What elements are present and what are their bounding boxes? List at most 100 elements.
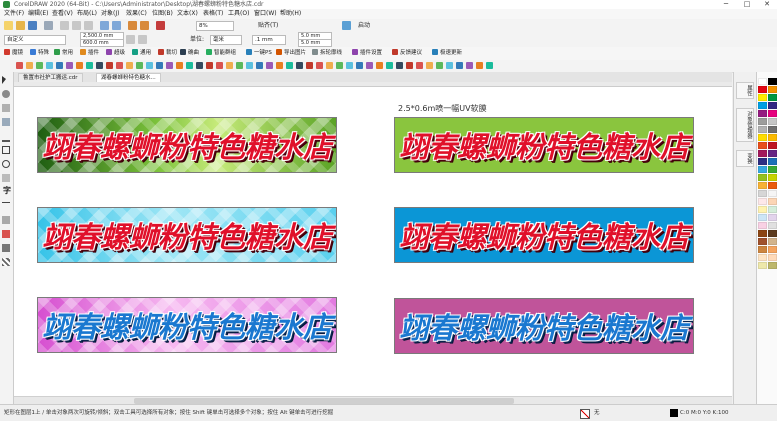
banner-green-pattern[interactable]: 翊春螺蛳粉特色糖水店 bbox=[37, 117, 337, 173]
docker-tab-object-manager[interactable]: 对象管理器 bbox=[736, 108, 754, 142]
plugin-item[interactable]: 一键PS bbox=[246, 47, 272, 60]
paste-icon[interactable] bbox=[84, 21, 93, 30]
freehand-tool-icon[interactable] bbox=[2, 132, 10, 142]
banner-green-solid[interactable]: 翊春螺蛳粉特色糖水店 bbox=[394, 117, 694, 173]
color-swatch[interactable] bbox=[768, 190, 777, 197]
banner-pink-pattern[interactable]: 翊春螺蛳粉特色糖水店 bbox=[37, 297, 337, 353]
rectangle-tool-icon[interactable] bbox=[2, 146, 10, 154]
new-document-icon[interactable] bbox=[4, 21, 13, 30]
quick-tool-icon[interactable] bbox=[166, 62, 173, 69]
plugin-item[interactable]: 反馈建议 bbox=[392, 47, 422, 60]
menu-window[interactable]: 窗口(W) bbox=[254, 9, 277, 19]
color-swatch[interactable] bbox=[768, 102, 777, 109]
minimize-button[interactable]: ─ bbox=[716, 0, 736, 9]
docker-tab-transform[interactable]: 变换 bbox=[736, 150, 754, 167]
banner-magenta-solid[interactable]: 翊春螺蛳粉特色糖水店 bbox=[394, 298, 694, 354]
portrait-icon[interactable] bbox=[126, 35, 135, 44]
color-swatch[interactable] bbox=[768, 174, 777, 181]
nudge-distance-field[interactable]: .1 mm bbox=[252, 35, 286, 45]
quick-tool-icon[interactable] bbox=[146, 62, 153, 69]
docker-tab-properties[interactable]: 属性 bbox=[736, 82, 754, 99]
color-swatch[interactable] bbox=[768, 110, 777, 117]
maximize-button[interactable]: □ bbox=[737, 0, 757, 9]
quick-tool-icon[interactable] bbox=[226, 62, 233, 69]
quick-tool-icon[interactable] bbox=[356, 62, 363, 69]
eyedropper-tool-icon[interactable] bbox=[2, 230, 10, 238]
color-swatch[interactable] bbox=[768, 214, 777, 221]
plugin-item[interactable]: 魔镜 bbox=[4, 47, 23, 60]
quick-tool-icon[interactable] bbox=[306, 62, 313, 69]
quick-tool-icon[interactable] bbox=[116, 62, 123, 69]
color-swatch[interactable] bbox=[758, 110, 767, 117]
color-swatch[interactable] bbox=[758, 174, 767, 181]
cut-icon[interactable] bbox=[60, 21, 69, 30]
color-swatch[interactable] bbox=[758, 94, 767, 101]
page-size-select[interactable]: 自定义 bbox=[4, 35, 66, 45]
banner-blue-solid[interactable]: 翊春螺蛳粉特色糖水店 bbox=[394, 207, 694, 263]
color-swatch[interactable] bbox=[758, 222, 767, 229]
quick-tool-icon[interactable] bbox=[486, 62, 493, 69]
quick-tool-icon[interactable] bbox=[476, 62, 483, 69]
quick-tool-icon[interactable] bbox=[266, 62, 273, 69]
print-icon[interactable] bbox=[44, 21, 53, 30]
plugin-item[interactable]: 导出图片 bbox=[276, 47, 306, 60]
quick-tool-icon[interactable] bbox=[26, 62, 33, 69]
interactive-tool-icon[interactable] bbox=[2, 216, 10, 224]
quick-tool-icon[interactable] bbox=[326, 62, 333, 69]
quick-tool-icon[interactable] bbox=[406, 62, 413, 69]
quick-tool-icon[interactable] bbox=[236, 62, 243, 69]
color-swatch[interactable] bbox=[758, 158, 767, 165]
open-folder-icon[interactable] bbox=[16, 21, 25, 30]
color-swatch[interactable] bbox=[768, 150, 777, 157]
close-button[interactable]: ✕ bbox=[757, 0, 777, 9]
color-swatch[interactable] bbox=[768, 166, 777, 173]
menu-layout[interactable]: 布局(L) bbox=[77, 9, 97, 19]
menu-object[interactable]: 对象(J) bbox=[101, 9, 119, 19]
landscape-icon[interactable] bbox=[138, 35, 147, 44]
menu-bitmaps[interactable]: 位图(B) bbox=[152, 9, 173, 19]
quick-tool-icon[interactable] bbox=[286, 62, 293, 69]
quick-tool-icon[interactable] bbox=[436, 62, 443, 69]
quick-tool-icon[interactable] bbox=[126, 62, 133, 69]
color-swatch[interactable] bbox=[768, 126, 777, 133]
quick-tool-icon[interactable] bbox=[136, 62, 143, 69]
quick-tool-icon[interactable] bbox=[176, 62, 183, 69]
color-swatch[interactable] bbox=[768, 134, 777, 141]
quick-tool-icon[interactable] bbox=[106, 62, 113, 69]
zoom-level-select[interactable]: 8% bbox=[196, 21, 234, 31]
plugin-item[interactable]: 极速更新 bbox=[432, 47, 462, 60]
copy-icon[interactable] bbox=[72, 21, 81, 30]
quick-tool-icon[interactable] bbox=[76, 62, 83, 69]
quick-tool-icon[interactable] bbox=[446, 62, 453, 69]
color-swatch[interactable] bbox=[768, 78, 777, 85]
color-swatch[interactable] bbox=[758, 246, 767, 253]
banner-cyan-pattern[interactable]: 翊春螺蛳粉特色糖水店 bbox=[37, 207, 337, 263]
quick-tool-icon[interactable] bbox=[246, 62, 253, 69]
color-swatch[interactable] bbox=[768, 182, 777, 189]
duplicate-y-field[interactable]: 5.0 mm bbox=[298, 39, 332, 47]
color-swatch[interactable] bbox=[758, 150, 767, 157]
plugin-item[interactable]: 通用 bbox=[132, 47, 151, 60]
color-swatch[interactable] bbox=[758, 254, 767, 261]
quick-tool-icon[interactable] bbox=[46, 62, 53, 69]
plugin-item[interactable]: 智能群组 bbox=[206, 47, 236, 60]
menu-help[interactable]: 帮助(H) bbox=[280, 9, 301, 19]
quick-tool-icon[interactable] bbox=[316, 62, 323, 69]
menu-view[interactable]: 查看(V) bbox=[52, 9, 73, 19]
color-swatch[interactable] bbox=[758, 190, 767, 197]
menu-text[interactable]: 文本(X) bbox=[177, 9, 198, 19]
save-icon[interactable] bbox=[28, 21, 37, 30]
color-swatch[interactable] bbox=[768, 254, 777, 261]
color-swatch[interactable] bbox=[758, 214, 767, 221]
quick-tool-icon[interactable] bbox=[376, 62, 383, 69]
quick-tool-icon[interactable] bbox=[206, 62, 213, 69]
quick-tool-icon[interactable] bbox=[416, 62, 423, 69]
quick-tool-icon[interactable] bbox=[186, 62, 193, 69]
color-swatch[interactable] bbox=[768, 86, 777, 93]
color-swatch[interactable] bbox=[758, 118, 767, 125]
quick-tool-icon[interactable] bbox=[426, 62, 433, 69]
color-swatch[interactable] bbox=[758, 166, 767, 173]
plugin-item[interactable]: 确曲 bbox=[180, 47, 199, 60]
line-tool-icon[interactable] bbox=[2, 202, 10, 211]
publish-pdf-icon[interactable] bbox=[156, 21, 165, 30]
